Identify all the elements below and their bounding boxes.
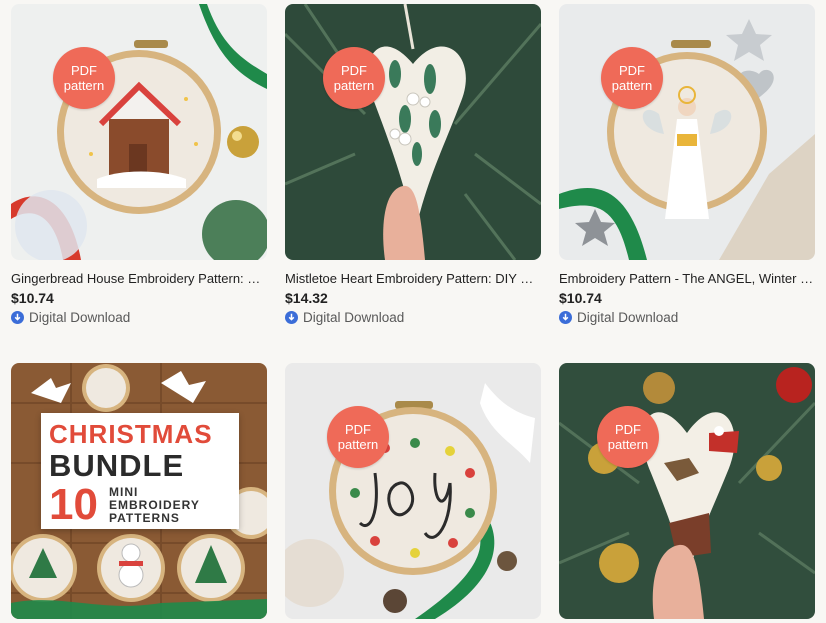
listing-image-joy[interactable]: PDF pattern [285,363,541,619]
listing-price: $14.32 [285,290,328,306]
pdf-pattern-badge: PDF pattern [323,47,385,109]
listing-image-santa-heart[interactable]: PDF pattern [559,363,815,619]
bundle-title-line2: BUNDLE [49,448,185,483]
bundle-subtitle: MINI EMBROIDERY PATTERNS [109,485,200,525]
pdf-pattern-badge: PDF pattern [601,47,663,109]
listing-title[interactable]: Embroidery Pattern - The ANGEL, Winter H… [559,270,815,287]
download-cloud-icon [285,310,298,324]
listing-image-angel[interactable]: PDF pattern [559,4,815,260]
bundle-title-line1: CHRISTMAS [49,419,213,449]
download-cloud-icon [11,310,24,324]
pdf-pattern-badge: PDF pattern [53,47,115,109]
listing-price: $10.74 [11,290,54,306]
bundle-title-panel: CHRISTMAS BUNDLE 10 MINI EMBROIDERY PATT… [41,413,239,529]
delivery-type: Digital Download [285,308,404,326]
delivery-type: Digital Download [11,308,130,326]
download-cloud-icon [559,310,572,324]
pdf-pattern-badge: PDF pattern [327,406,389,468]
listing-title[interactable]: Gingerbread House Embroidery Pattern: DI… [11,270,267,287]
listing-image-mistletoe[interactable]: PDF pattern [285,4,541,260]
pdf-pattern-badge: PDF pattern [597,406,659,468]
bundle-count: 10 [49,480,98,529]
listing-image-bundle[interactable]: CHRISTMAS BUNDLE 10 MINI EMBROIDERY PATT… [11,363,267,619]
listing-title[interactable]: Mistletoe Heart Embroidery Pattern: DIY … [285,270,541,287]
listing-image-gingerbread[interactable]: PDF pattern [11,4,267,260]
listing-price: $10.74 [559,290,602,306]
delivery-type: Digital Download [559,308,678,326]
